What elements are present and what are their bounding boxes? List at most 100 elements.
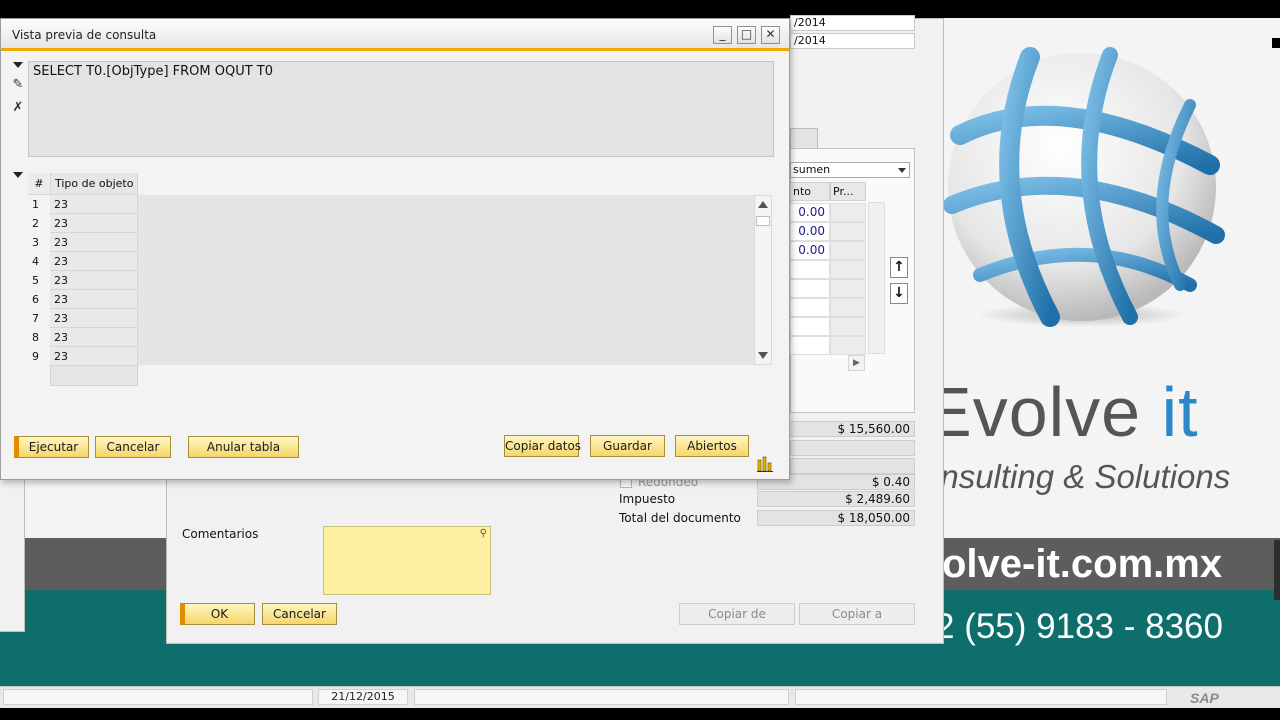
scroll-thumb[interactable]: [756, 216, 770, 226]
tab-summary[interactable]: [790, 128, 818, 148]
grid-cell[interactable]: [830, 241, 866, 260]
row-number: 7: [28, 309, 50, 328]
date-field[interactable]: /2014: [790, 33, 915, 49]
summary-select-value: sumen: [793, 163, 831, 176]
status-bar: 21/12/2015 SAP: [0, 686, 1280, 708]
cancel-table-button[interactable]: Anular tabla: [188, 436, 299, 458]
grid-cell[interactable]: [790, 317, 830, 336]
row-number: 6: [28, 290, 50, 309]
grid-cell[interactable]: [830, 336, 866, 355]
table-row[interactable]: 4 23: [28, 252, 138, 271]
grid-scrollbar[interactable]: [868, 202, 885, 354]
brand-name: Evolve it: [925, 373, 1199, 451]
amount-cell[interactable]: 0.00: [790, 241, 830, 260]
sql-query-editor[interactable]: SELECT T0.[ObjType] FROM OQUT T0: [28, 61, 774, 157]
date-field[interactable]: /2014: [790, 15, 915, 31]
object-type-cell[interactable]: 23: [50, 290, 138, 309]
object-type-cell[interactable]: 23: [50, 252, 138, 271]
object-type-cell[interactable]: 23: [50, 233, 138, 252]
column-header-object-type[interactable]: Tipo de objeto: [50, 173, 138, 195]
scroll-right-icon[interactable]: ▶: [848, 355, 865, 371]
grid-cell[interactable]: [790, 260, 830, 279]
object-type-cell[interactable]: 23: [50, 271, 138, 290]
results-grid: # Tipo de objeto 1 23 2 23 3 23 4 23 5 23 6 23…: [28, 173, 774, 388]
bar-chart-icon[interactable]: [757, 456, 773, 472]
pencil-icon[interactable]: ✎: [10, 77, 26, 92]
comments-input[interactable]: ⚲: [323, 526, 491, 595]
copy-data-button[interactable]: Copiar datos: [504, 435, 581, 457]
table-row[interactable]: 2 23: [28, 214, 138, 233]
close-icon[interactable]: ✕: [761, 26, 780, 44]
amount-field: [790, 440, 915, 456]
object-type-cell[interactable]: 23: [50, 309, 138, 328]
grid-cell[interactable]: [830, 260, 866, 279]
results-scrollbar[interactable]: [754, 195, 772, 365]
table-row[interactable]: 5 23: [28, 271, 138, 290]
maximize-icon[interactable]: □: [737, 26, 756, 44]
chevron-down-icon: [898, 168, 906, 173]
scroll-up-icon[interactable]: [758, 201, 768, 208]
execute-button[interactable]: Ejecutar: [14, 436, 89, 458]
brand-phone: 2 (55) 9183 - 8360: [935, 607, 1223, 646]
table-row[interactable]: 8 23: [28, 328, 138, 347]
grid-cell[interactable]: [830, 222, 866, 241]
table-row[interactable]: 6 23: [28, 290, 138, 309]
globe-logo-icon: [943, 47, 1225, 327]
eraser-icon[interactable]: ✗: [10, 100, 26, 115]
status-field: [3, 689, 313, 705]
copy-from-button[interactable]: Copiar de: [679, 603, 795, 625]
table-row[interactable]: 9 23: [28, 347, 138, 366]
amount-cell[interactable]: 0.00: [790, 222, 830, 241]
save-button[interactable]: Guardar: [590, 435, 665, 457]
row-number: 5: [28, 271, 50, 290]
object-type-cell[interactable]: 23: [50, 214, 138, 233]
document-total-value: $ 18,050.00: [757, 510, 915, 526]
object-type-cell[interactable]: 23: [50, 328, 138, 347]
dialog-titlebar[interactable]: Vista previa de consulta _ □ ✕: [1, 19, 789, 51]
grid-cell[interactable]: [790, 336, 830, 355]
collapse-query-icon[interactable]: [10, 59, 26, 71]
object-type-cell[interactable]: 23: [50, 195, 138, 214]
bottom-edge: [0, 708, 1280, 720]
row-number: 2: [28, 214, 50, 233]
copy-to-button[interactable]: Copiar a: [799, 603, 915, 625]
grid-cell[interactable]: [830, 317, 866, 336]
column-header[interactable]: Pr...: [830, 182, 866, 201]
object-type-cell[interactable]: 23: [50, 347, 138, 366]
column-header-number[interactable]: #: [28, 173, 50, 195]
search-icon[interactable]: ⚲: [480, 528, 487, 539]
grid-cell[interactable]: [830, 203, 866, 222]
brand-url: olve-it.com.mx: [942, 542, 1223, 586]
row-number: 8: [28, 328, 50, 347]
move-up-icon[interactable]: ↑: [890, 257, 908, 278]
status-field: [414, 689, 789, 705]
minimize-icon[interactable]: _: [713, 26, 732, 44]
table-row[interactable]: 1 23: [28, 195, 138, 214]
grid-cell[interactable]: [830, 298, 866, 317]
amount-cell[interactable]: 0.00: [790, 203, 830, 222]
grid-cell[interactable]: [790, 298, 830, 317]
comments-label: Comentarios: [182, 527, 259, 541]
collapse-results-icon[interactable]: [10, 169, 26, 181]
cancel-button[interactable]: Cancelar: [95, 436, 171, 458]
tax-value: $ 2,489.60: [757, 491, 915, 507]
summary-select[interactable]: sumen: [790, 162, 910, 178]
grid-footer-cell: [50, 365, 138, 386]
grid-cell[interactable]: [790, 279, 830, 298]
ok-button[interactable]: OK: [180, 603, 255, 625]
cancel-button[interactable]: Cancelar: [262, 603, 337, 625]
status-field: [795, 689, 1167, 705]
grid-cell[interactable]: [830, 279, 866, 298]
move-down-icon[interactable]: ↓: [890, 283, 908, 304]
brand-tagline: onsulting & Solutions: [922, 458, 1231, 495]
sap-logo: SAP: [1190, 690, 1219, 706]
table-row[interactable]: 7 23: [28, 309, 138, 328]
document-total-label: Total del documento: [619, 511, 741, 525]
table-row[interactable]: 3 23: [28, 233, 138, 252]
open-button[interactable]: Abiertos: [675, 435, 749, 457]
background-window-edge: [0, 470, 25, 632]
row-number: 4: [28, 252, 50, 271]
column-header[interactable]: nto: [790, 182, 830, 201]
scroll-down-icon[interactable]: [758, 352, 768, 359]
row-number: 1: [28, 195, 50, 214]
